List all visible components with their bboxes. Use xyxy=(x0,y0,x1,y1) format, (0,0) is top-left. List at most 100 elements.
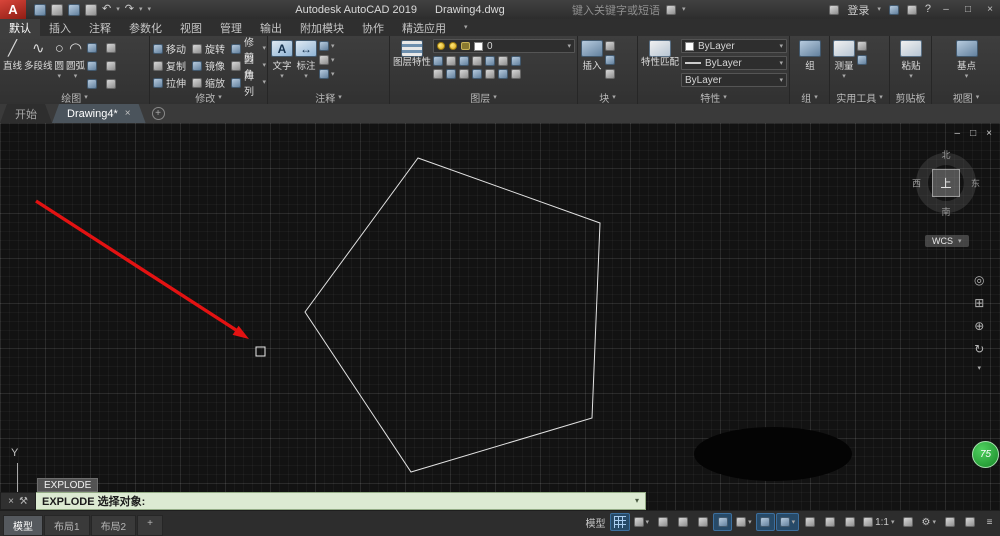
ribbon-tab-featured-apps[interactable]: 精选应用 xyxy=(393,19,455,36)
move-tool[interactable]: 移动 xyxy=(153,41,192,56)
layer-merge-icon[interactable] xyxy=(511,69,521,79)
pickbox-cursor[interactable] xyxy=(255,346,266,357)
point-tool[interactable] xyxy=(87,76,103,91)
table-tool[interactable]: ▾ xyxy=(319,55,335,65)
polar-tracking-toggle[interactable] xyxy=(713,513,733,531)
grid-display-toggle[interactable] xyxy=(609,513,630,531)
orbit-icon[interactable]: ↻ xyxy=(974,342,984,356)
block-panel-expand-icon[interactable]: ▾ xyxy=(612,94,616,101)
circle-tool[interactable]: ○ 圆 ▾ xyxy=(55,38,65,91)
spline-tool[interactable] xyxy=(106,59,122,74)
layers-panel-expand-icon[interactable]: ▾ xyxy=(493,94,497,101)
panel-label-block[interactable]: 块 ▾ xyxy=(578,91,637,104)
layer-lock-icon[interactable] xyxy=(461,42,470,50)
panel-label-layers[interactable]: 图层 ▾ xyxy=(390,91,577,104)
layer-dropdown-icon[interactable]: ▾ xyxy=(567,43,571,50)
help-icon[interactable]: ? xyxy=(925,4,931,15)
leader-tool[interactable]: ▾ xyxy=(319,41,335,51)
annotation-scale-button[interactable]: 1:1 ▾ xyxy=(860,513,897,531)
ribbon-tab-annotate[interactable]: 注释 xyxy=(80,19,120,36)
model-space-button[interactable]: 模型 xyxy=(583,513,609,531)
lineweight-toggle[interactable] xyxy=(800,513,819,531)
navigation-wheel-icon[interactable]: ◎ xyxy=(974,273,984,287)
minimize-button[interactable]: – xyxy=(939,4,953,15)
selection-cycling-toggle[interactable] xyxy=(840,513,859,531)
layer-freeze-sun-icon[interactable] xyxy=(449,42,457,50)
ribbon-tab-output[interactable]: 输出 xyxy=(251,19,291,36)
customization-button[interactable]: ≡ xyxy=(980,513,999,531)
new-drawing-tab-button[interactable]: + xyxy=(151,107,165,120)
workspace-switching-button[interactable]: ⚙ ▾ xyxy=(919,513,939,531)
command-input[interactable]: EXPLODE 选择对象: ▾ xyxy=(36,492,646,510)
panel-label-groups[interactable]: 组 ▾ xyxy=(790,91,829,104)
viewport-restore-icon[interactable]: □ xyxy=(970,128,976,139)
annotation-visibility-toggle[interactable] xyxy=(899,513,918,531)
properties-panel-expand-icon[interactable]: ▾ xyxy=(723,94,727,101)
lineweight-dropdown[interactable]: ByLayer ▾ xyxy=(681,56,787,70)
measure-button[interactable]: 测量 ▾ xyxy=(833,38,855,91)
group-button[interactable]: 组 xyxy=(799,38,821,91)
infer-constraints-toggle[interactable] xyxy=(653,513,672,531)
utilities-panel-expand-icon[interactable]: ▾ xyxy=(879,94,883,101)
layer-isolate-icon[interactable] xyxy=(446,56,456,66)
transparency-toggle[interactable] xyxy=(820,513,839,531)
search-icon[interactable] xyxy=(666,4,676,15)
match-properties-button[interactable]: 特性匹配 xyxy=(641,38,679,91)
file-tab-start[interactable]: 开始 xyxy=(0,104,52,123)
signin-dropdown-icon[interactable]: ▾ xyxy=(877,6,881,13)
edit-attributes-icon[interactable] xyxy=(605,55,615,65)
panel-label-draw[interactable]: 绘图 ▾ xyxy=(0,91,149,104)
viewcube-west[interactable]: 西 xyxy=(912,177,921,190)
redo-dropdown-icon[interactable]: ▾ xyxy=(139,6,143,13)
layer-on-tool-icon[interactable] xyxy=(433,69,443,79)
layout-tab-model[interactable]: 模型 xyxy=(3,515,43,536)
linetype-dropdown-icon[interactable]: ▾ xyxy=(779,77,783,84)
object-color-dropdown[interactable]: ByLayer ▾ xyxy=(681,39,787,53)
lineweight-dropdown-icon[interactable]: ▾ xyxy=(779,60,783,67)
rotate-tool[interactable]: 旋转 xyxy=(192,41,231,56)
command-customize-icon[interactable]: ⚒ xyxy=(19,496,28,507)
undo-dropdown-icon[interactable]: ▾ xyxy=(116,6,120,13)
search-box[interactable]: 键入关键字或短语 ▾ xyxy=(572,2,686,18)
viewcube-south[interactable]: 南 xyxy=(941,205,950,218)
tab-close-icon[interactable]: × xyxy=(125,108,131,119)
block-editor-icon[interactable] xyxy=(605,69,615,79)
object-snap-toggle[interactable]: ▾ xyxy=(775,513,800,531)
ribbon-tab-insert[interactable]: 插入 xyxy=(40,19,80,36)
ribbon-tab-default[interactable]: 默认 xyxy=(0,19,40,36)
layer-color-swatch[interactable] xyxy=(474,41,483,51)
restore-button[interactable]: □ xyxy=(961,4,975,15)
zoom-icon[interactable]: ⊕ xyxy=(974,319,984,333)
command-close-icon[interactable]: × xyxy=(8,496,14,507)
ribbon-tab-collaborate[interactable]: 协作 xyxy=(353,19,393,36)
paste-dropdown-icon[interactable]: ▾ xyxy=(909,73,913,80)
view-panel-expand-icon[interactable]: ▾ xyxy=(976,94,980,101)
navbar-more-icon[interactable]: ▾ xyxy=(977,365,981,372)
draw-panel-expand-icon[interactable]: ▾ xyxy=(84,94,88,101)
region-tool[interactable] xyxy=(106,76,122,91)
layer-prev-icon[interactable] xyxy=(498,56,508,66)
copy-tool[interactable]: 复制 xyxy=(153,58,192,73)
mirror-tool[interactable]: 镜像 xyxy=(192,58,231,73)
drawing-canvas[interactable]: – □ × 北 南 西 东 上 WCS ▾ ◎ ⊞ ⊕ ↻ ▾ 75 Y xyxy=(0,123,1000,510)
qat-customize-icon[interactable]: ▾ xyxy=(147,6,151,13)
panel-label-clipboard[interactable]: 剪贴板 xyxy=(890,91,931,104)
layer-current-icon[interactable] xyxy=(485,69,495,79)
layer-freeze-icon[interactable] xyxy=(459,56,469,66)
groups-panel-expand-icon[interactable]: ▾ xyxy=(814,94,818,101)
ribbon-tab-view[interactable]: 视图 xyxy=(171,19,211,36)
panel-label-properties[interactable]: 特性 ▾ xyxy=(638,91,789,104)
layer-thaw-icon[interactable] xyxy=(459,69,469,79)
arc-tool[interactable]: ◠ 圆弧 ▾ xyxy=(66,38,85,91)
command-line[interactable]: × ⚒ EXPLODE 选择对象: ▾ xyxy=(0,492,646,510)
array-dropdown-icon[interactable]: ▾ xyxy=(262,79,266,86)
id-point-icon[interactable] xyxy=(857,55,867,65)
layer-unlock-icon[interactable] xyxy=(472,69,482,79)
ribbon-tab-addins[interactable]: 附加模块 xyxy=(291,19,353,36)
file-tab-drawing4[interactable]: Drawing4* × xyxy=(52,104,146,123)
ellipse-tool[interactable] xyxy=(106,41,122,56)
viewport-minimize-icon[interactable]: – xyxy=(955,128,961,139)
layout-tab-layout1[interactable]: 布局1 xyxy=(44,515,90,536)
viewcube-top-face[interactable]: 上 xyxy=(932,169,960,197)
layer-walk-icon[interactable] xyxy=(498,69,508,79)
